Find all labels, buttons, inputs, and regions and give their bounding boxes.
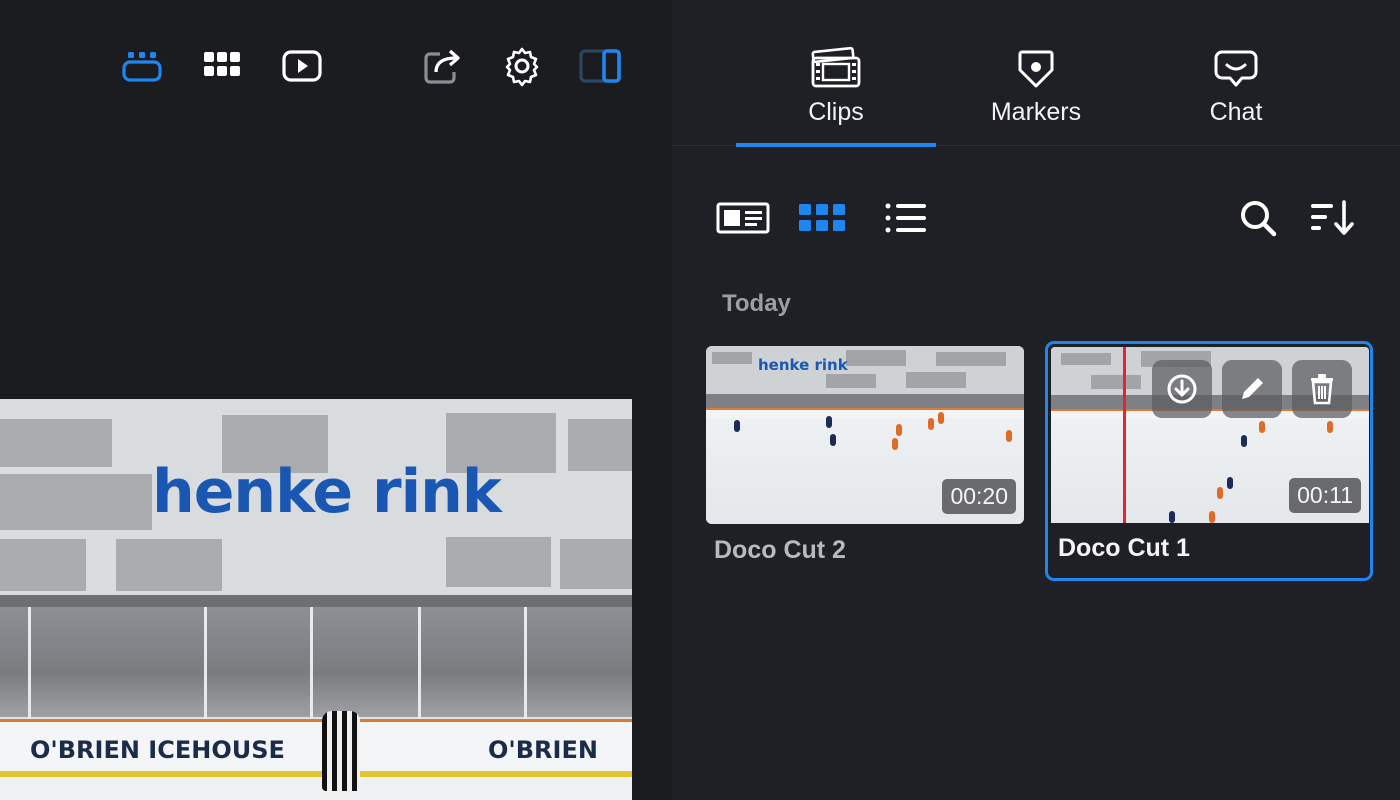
download-icon [1167,374,1197,404]
referee-figure [322,711,360,791]
list-view-icon [885,203,926,233]
video-ice [0,777,632,800]
play-icon [282,50,322,82]
download-button[interactable] [1152,360,1212,418]
thumb-brand-text: henke rink [758,356,848,374]
search-icon [1241,201,1277,237]
side-panel: Clips Markers Chat Today henke rink 00:2… [672,0,1400,800]
edit-icon [1242,378,1263,399]
video-pane: henke rink O'BRIEN ICEHOUSE O'BRIEN [0,0,672,800]
app-root: henke rink O'BRIEN ICEHOUSE O'BRIEN Clip… [0,0,1400,800]
card-view-button[interactable] [714,190,772,246]
tab-chat[interactable]: Chat [1136,0,1336,146]
section-title: Today [722,290,791,317]
sidebar-toggle-icon [579,49,621,83]
video-dasher-board: O'BRIEN ICEHOUSE O'BRIEN [0,719,632,771]
grid-view-icon [799,204,845,231]
tab-label: Markers [990,98,1082,126]
search-button[interactable] [1232,190,1284,246]
clip-playhead [1123,347,1126,523]
video-brand-text: henke rink [152,457,502,527]
video-player[interactable]: henke rink O'BRIEN ICEHOUSE O'BRIEN [0,399,632,800]
panel-tabs: Clips Markers Chat [672,0,1400,147]
chat-bubble-icon [1214,50,1258,87]
grid-button[interactable] [196,40,248,92]
card-view-icon [716,202,770,234]
tab-label: Clips [808,98,864,126]
delete-icon [1311,374,1333,405]
layout-panels-button[interactable] [116,40,168,92]
edit-button[interactable] [1222,360,1282,418]
layout-panels-icon [122,52,162,82]
video-stands [0,607,632,717]
sidebar-toggle-button[interactable] [574,40,626,92]
list-view-button[interactable] [878,190,934,246]
board-text-1: O'BRIEN ICEHOUSE [30,736,285,764]
tab-clips[interactable]: Clips [736,0,936,147]
video-frame-wall: henke rink [0,399,632,599]
clip-thumbnail: henke rink 00:20 [706,346,1024,524]
settings-icon [505,47,539,87]
film-icon [811,46,861,88]
video-toolbar [0,40,672,92]
share-button[interactable] [416,40,468,92]
grid-icon [204,52,240,76]
play-button[interactable] [276,40,328,92]
view-toolbar [672,190,1400,246]
sort-button[interactable] [1304,190,1360,246]
clip-title: Doco Cut 2 [714,536,846,564]
tab-markers[interactable]: Markers [936,0,1136,146]
delete-button[interactable] [1292,360,1352,418]
share-icon [424,49,460,84]
grid-view-button[interactable] [794,190,850,246]
marker-pin-icon [1018,50,1054,88]
clip-card-doco-cut-1[interactable]: 00:11 Doco Cut 1 [1045,341,1373,581]
settings-button[interactable] [496,40,548,92]
tab-label: Chat [1209,98,1263,126]
clip-duration: 00:20 [942,479,1016,514]
board-text-2: O'BRIEN [488,736,598,764]
clip-title: Doco Cut 1 [1058,534,1190,562]
clip-card-doco-cut-2[interactable]: henke rink 00:20 Doco Cut 2 [706,346,1024,578]
sort-icon [1311,200,1354,235]
clip-duration: 00:11 [1289,478,1361,513]
